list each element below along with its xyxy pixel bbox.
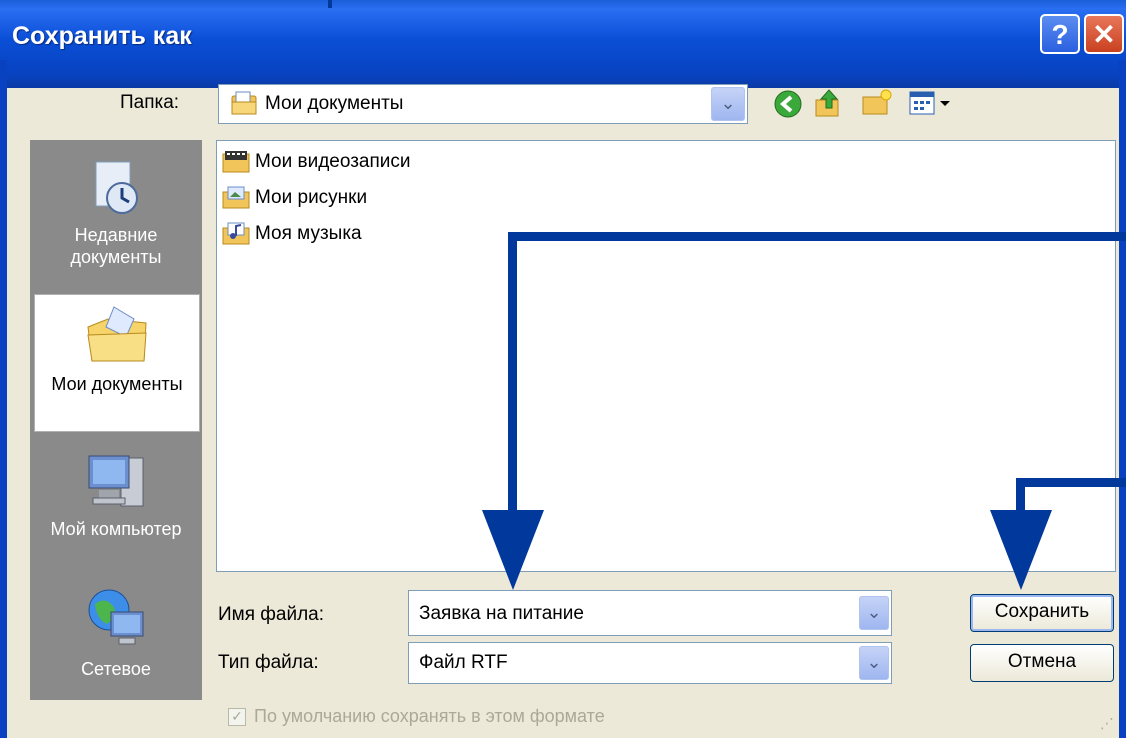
network-icon: [83, 584, 149, 650]
file-name: Мои видеозаписи: [255, 151, 411, 172]
place-network[interactable]: Сетевое: [30, 580, 202, 690]
video-folder-icon: [221, 150, 251, 174]
list-item[interactable]: Моя музыка: [221, 219, 362, 249]
chevron-down-icon[interactable]: ⌄: [711, 87, 745, 121]
new-folder-icon[interactable]: [860, 88, 894, 122]
up-folder-icon[interactable]: [812, 86, 844, 124]
window-frame-right: [1119, 60, 1126, 738]
filename-input[interactable]: Заявка на питание ⌄: [408, 590, 892, 636]
music-folder-icon: [221, 222, 251, 246]
place-label-network: Сетевое: [81, 659, 151, 679]
place-recent-documents[interactable]: Недавние документы: [30, 148, 202, 288]
folder-label: Папка:: [120, 92, 180, 113]
place-label-my-computer: Мой компьютер: [50, 519, 182, 539]
recent-documents-icon: [86, 158, 146, 218]
close-button[interactable]: ✕: [1084, 14, 1124, 54]
filetype-label: Тип файла:: [218, 652, 319, 673]
places-bar: Недавние документы Мои документы Мой ком…: [30, 140, 202, 700]
file-name: Мои рисунки: [255, 187, 368, 208]
back-icon[interactable]: [772, 88, 804, 124]
chevron-down-icon[interactable]: ⌄: [859, 596, 889, 630]
window-frame-left: [0, 60, 7, 738]
view-menu-icon[interactable]: [908, 90, 954, 122]
help-button[interactable]: ?: [1040, 14, 1080, 54]
cancel-button[interactable]: Отмена: [970, 644, 1114, 682]
default-format-checkbox[interactable]: ✓: [228, 708, 246, 726]
folder-select[interactable]: Мои документы ⌄: [218, 84, 748, 124]
chevron-down-icon[interactable]: ⌄: [859, 646, 889, 680]
place-label-recent: Недавние документы: [70, 225, 162, 267]
place-label-my-documents: Мои документы: [51, 374, 183, 394]
list-item[interactable]: Мои рисунки: [221, 183, 367, 213]
filetype-value: Файл RTF: [419, 652, 508, 673]
place-my-documents[interactable]: Мои документы: [34, 294, 200, 432]
window-title: Сохранить как: [12, 22, 192, 50]
place-my-computer[interactable]: Мой компьютер: [30, 444, 202, 574]
filename-label: Имя файла:: [218, 604, 325, 625]
save-button[interactable]: Сохранить: [970, 594, 1114, 632]
my-documents-icon: [84, 305, 150, 367]
my-computer-icon: [83, 448, 149, 512]
filename-value: Заявка на питание: [419, 603, 584, 624]
filetype-select[interactable]: Файл RTF ⌄: [408, 642, 892, 684]
file-name: Моя музыка: [255, 223, 362, 244]
my-documents-small-icon: [229, 90, 259, 122]
resize-grip-icon[interactable]: ⋰: [1100, 716, 1114, 732]
default-format-label: По умолчанию сохранять в этом формате: [254, 706, 605, 726]
list-item[interactable]: Мои видеозаписи: [221, 147, 411, 177]
file-list[interactable]: Мои видеозаписи Мои рисунки Моя музыка: [216, 140, 1116, 572]
folder-value: Мои документы: [265, 93, 404, 114]
pictures-folder-icon: [221, 186, 251, 210]
